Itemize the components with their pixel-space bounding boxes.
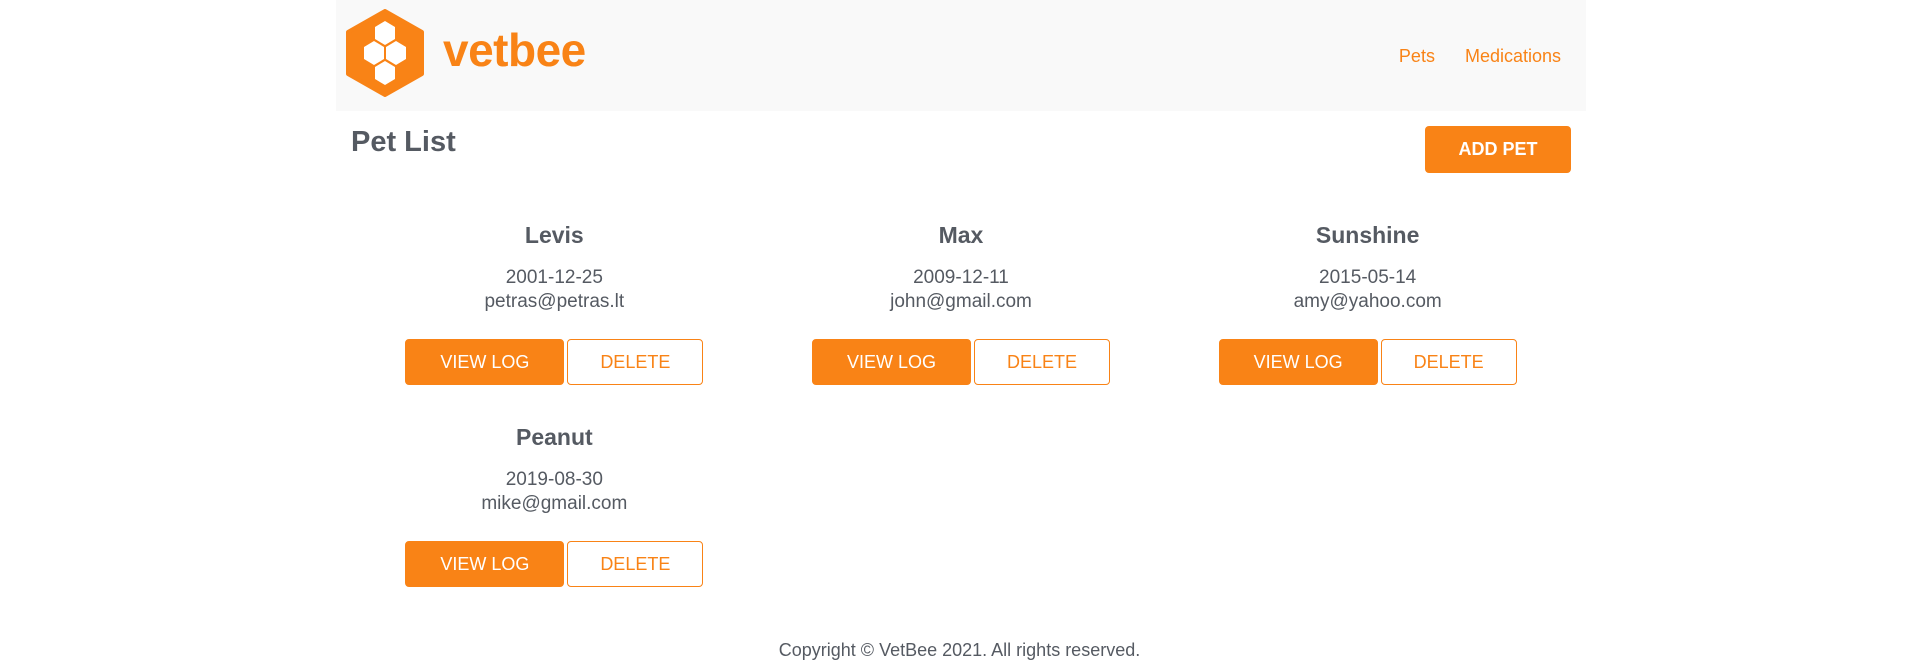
pet-card: Sunshine 2015-05-14 amy@yahoo.com VIEW L… [1164,218,1571,420]
pet-name: Levis [524,222,584,248]
footer-copyright: Copyright © VetBee 2021. All rights rese… [778,640,1141,660]
pet-actions: VIEW LOG DELETE [1164,339,1571,385]
pet-client-email: amy@yahoo.com [1293,291,1442,312]
pet-client-email: petras@petras.lt [484,291,625,312]
header: vetbee Pets Medications [336,0,1586,111]
pet-client-email: john@gmail.com [890,291,1032,312]
main-nav: Pets Medications [1399,46,1561,67]
pet-dob: 2015-05-14 [1319,267,1417,288]
pet-name: Peanut [515,424,593,450]
delete-button[interactable]: DELETE [567,541,704,587]
pet-card: Peanut 2019-08-30 mike@gmail.com VIEW LO… [351,420,758,622]
delete-button[interactable]: DELETE [1380,339,1517,385]
vetbee-logo-icon [346,9,424,97]
pet-name: Sunshine [1315,222,1420,248]
page-title: Pet List [351,126,456,158]
pet-name: Max [938,222,984,248]
nav-link-medications[interactable]: Medications [1465,46,1561,67]
view-log-button[interactable]: VIEW LOG [1218,339,1378,385]
pet-actions: VIEW LOG DELETE [758,339,1165,385]
logo[interactable]: vetbee [345,9,586,97]
pet-list: Levis 2001-12-25 petras@petras.lt VIEW L… [351,218,1571,622]
page-container: vetbee Pets Medications Pet List ADD PET… [336,0,1586,587]
pet-dob: 2009-12-11 [913,267,1009,288]
pet-actions: VIEW LOG DELETE [351,339,758,385]
delete-button[interactable]: DELETE [973,339,1110,385]
pet-dob: 2019-08-30 [505,469,603,490]
nav-link-pets[interactable]: Pets [1399,46,1435,67]
add-pet-button[interactable]: ADD PET [1425,126,1571,173]
pet-actions: VIEW LOG DELETE [351,541,758,587]
view-log-button[interactable]: VIEW LOG [405,339,565,385]
pet-client-email: mike@gmail.com [481,493,628,514]
pet-card: Levis 2001-12-25 petras@petras.lt VIEW L… [351,218,758,420]
logo-text: vetbee [443,24,586,76]
delete-button[interactable]: DELETE [567,339,704,385]
pet-card: Max 2009-12-11 john@gmail.com VIEW LOG D… [758,218,1165,420]
view-log-button[interactable]: VIEW LOG [405,541,565,587]
view-log-button[interactable]: VIEW LOG [811,339,971,385]
pet-dob: 2001-12-25 [505,267,603,288]
